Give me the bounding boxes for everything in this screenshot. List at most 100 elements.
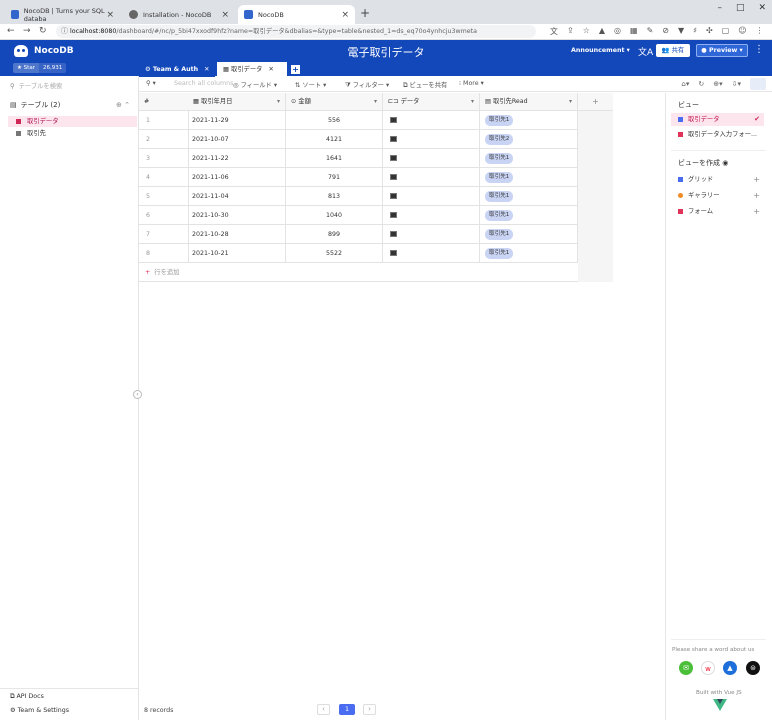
row-number-cell[interactable]: 1 (139, 111, 189, 130)
extension-icon[interactable]: ▼ (678, 26, 684, 37)
table-row[interactable]: 6 2021-10-30 1040 取引先1 (139, 206, 579, 225)
date-cell[interactable]: 2021-11-29 (188, 111, 286, 130)
date-cell[interactable]: 2021-10-30 (188, 206, 286, 225)
create-gallery-view[interactable]: ギャラリー + (671, 189, 764, 202)
chevron-down-icon[interactable]: ▾ (374, 93, 377, 111)
maximize-icon[interactable]: □ (736, 3, 745, 13)
partner-cell[interactable]: 取引先1 (480, 187, 578, 206)
attachment-cell[interactable] (383, 244, 480, 263)
date-cell[interactable]: 2021-10-28 (188, 225, 286, 244)
tab-team-auth[interactable]: ⚙ Team & Auth ✕ (139, 62, 215, 77)
nocodb-logo[interactable]: NocoDB (14, 45, 74, 57)
sort-button[interactable]: ⇅ ソート ▾ (295, 80, 326, 89)
browser-tab-nocodb-site[interactable]: NocoDB | Turns your SQL databa × (5, 5, 120, 24)
bookmark-star-icon[interactable]: ☆ (583, 26, 590, 37)
close-icon[interactable]: ✕ (204, 66, 209, 73)
reload-icon[interactable]: ↻ (698, 80, 704, 88)
partner-chip[interactable]: 取引先1 (485, 229, 514, 240)
attachment-thumbnail[interactable] (390, 117, 397, 123)
plus-icon[interactable]: + (753, 189, 760, 202)
partner-cell[interactable]: 取引先1 (480, 168, 578, 187)
translate-page-icon[interactable]: 文 (550, 26, 558, 37)
close-icon[interactable]: × (341, 10, 349, 20)
partner-cell[interactable]: 取引先2 (480, 130, 578, 149)
attachment-cell[interactable] (383, 168, 480, 187)
reload-icon[interactable]: ↻ (39, 26, 47, 36)
extension-icon[interactable]: ✎ (647, 26, 654, 37)
attachment-cell[interactable] (383, 187, 480, 206)
table-row[interactable]: 2 2021-10-07 4121 取引先2 (139, 130, 579, 149)
window-close-icon[interactable]: ✕ (758, 3, 766, 13)
column-header-partner-read[interactable]: ▤ 取引先Read ▾ (480, 93, 578, 111)
attachment-thumbnail[interactable] (390, 193, 397, 199)
add-row-row[interactable]: + 行を追加 (139, 263, 579, 282)
share-view-button[interactable]: ⧉ ビューを共有 (403, 80, 447, 90)
date-cell[interactable]: 2021-11-22 (188, 149, 286, 168)
table-row[interactable]: 1 2021-11-29 556 取引先1 (139, 111, 579, 130)
language-icon[interactable]: 文A (638, 45, 653, 58)
next-page-button[interactable]: › (363, 704, 376, 715)
extension-icon[interactable]: ▦ (630, 26, 638, 37)
menu-kebab-icon[interactable]: ⋮ (756, 26, 764, 37)
plus-icon[interactable]: + (753, 173, 760, 186)
toggle-views-panel-button[interactable] (750, 78, 766, 90)
partner-cell[interactable]: 取引先1 (480, 244, 578, 263)
new-tab-icon[interactable]: + (360, 6, 370, 20)
wechat-icon[interactable]: ✉ (679, 661, 693, 675)
extension-icon[interactable]: ⊘ (662, 26, 669, 37)
alibaba-icon[interactable]: ▲ (723, 661, 737, 675)
attachment-cell[interactable] (383, 206, 480, 225)
amount-cell[interactable]: 556 (286, 111, 383, 130)
info-icon[interactable]: ⓘ (61, 25, 68, 38)
close-icon[interactable]: × (106, 10, 114, 20)
partner-cell[interactable]: 取引先1 (480, 149, 578, 168)
attachment-thumbnail[interactable] (390, 136, 397, 142)
partner-chip[interactable]: 取引先1 (485, 191, 514, 202)
amount-cell[interactable]: 791 (286, 168, 383, 187)
github-star-button[interactable]: ★ Star 26,931 (13, 63, 67, 73)
add-tab-button[interactable]: + (291, 65, 300, 74)
download-icon[interactable]: ⇩▾ (732, 80, 741, 88)
minimize-icon[interactable]: – (717, 3, 722, 13)
search-field-select[interactable]: ⚲ ▾ (146, 80, 156, 87)
row-number-cell[interactable]: 7 (139, 225, 189, 244)
api-docs-link[interactable]: ⧉ API Docs (10, 693, 44, 701)
attachment-thumbnail[interactable] (390, 231, 397, 237)
sidepanel-icon[interactable]: ▢ (722, 26, 730, 37)
partner-chip[interactable]: 取引先1 (485, 115, 514, 126)
attachment-cell[interactable] (383, 149, 480, 168)
table-row[interactable]: 3 2021-11-22 1641 取引先1 (139, 149, 579, 168)
prev-page-button[interactable]: ‹ (317, 704, 330, 715)
attachment-cell[interactable] (383, 225, 480, 244)
attachment-thumbnail[interactable] (390, 250, 397, 256)
row-number-cell[interactable]: 2 (139, 130, 189, 149)
attachment-thumbnail[interactable] (390, 155, 397, 161)
date-cell[interactable]: 2021-10-07 (188, 130, 286, 149)
weibo-icon[interactable]: w (701, 661, 715, 675)
share-icon[interactable]: ⇪ (567, 26, 574, 37)
attachment-thumbnail[interactable] (390, 212, 397, 218)
partner-cell[interactable]: 取引先1 (480, 111, 578, 130)
chevron-down-icon[interactable]: ▾ (569, 93, 572, 111)
browser-tab-installation[interactable]: Installation - NocoDB × (123, 5, 235, 24)
back-icon[interactable]: ← (7, 26, 15, 36)
add-table-icon[interactable]: ⊕ ⌃ (116, 101, 130, 109)
puzzle-icon[interactable]: ✣ (706, 26, 713, 37)
attachment-thumbnail[interactable] (390, 174, 397, 180)
sidebar-collapse-handle[interactable]: ‹ (133, 390, 142, 399)
column-header-date[interactable]: ▦ 取引年月日 ▾ (188, 93, 286, 111)
view-item-torihiki-data[interactable]: 取引データ ✔ (671, 113, 764, 126)
share-button[interactable]: 👥 共有 (656, 44, 690, 57)
date-cell[interactable]: 2021-10-21 (188, 244, 286, 263)
row-number-cell[interactable]: 5 (139, 187, 189, 206)
team-settings-link[interactable]: ⚙ Team & Settings (10, 707, 69, 714)
row-number-cell[interactable]: 6 (139, 206, 189, 225)
partner-chip[interactable]: 取引先1 (485, 172, 514, 183)
announcement-button[interactable]: Announcement ▾ (571, 47, 630, 54)
tab-torihiki-data[interactable]: ▦ 取引データ ✕ (217, 62, 287, 77)
row-number-cell[interactable]: 8 (139, 244, 189, 263)
date-cell[interactable]: 2021-11-06 (188, 168, 286, 187)
add-column-button[interactable]: + (578, 93, 613, 111)
attachment-cell[interactable] (383, 130, 480, 149)
amount-cell[interactable]: 813 (286, 187, 383, 206)
